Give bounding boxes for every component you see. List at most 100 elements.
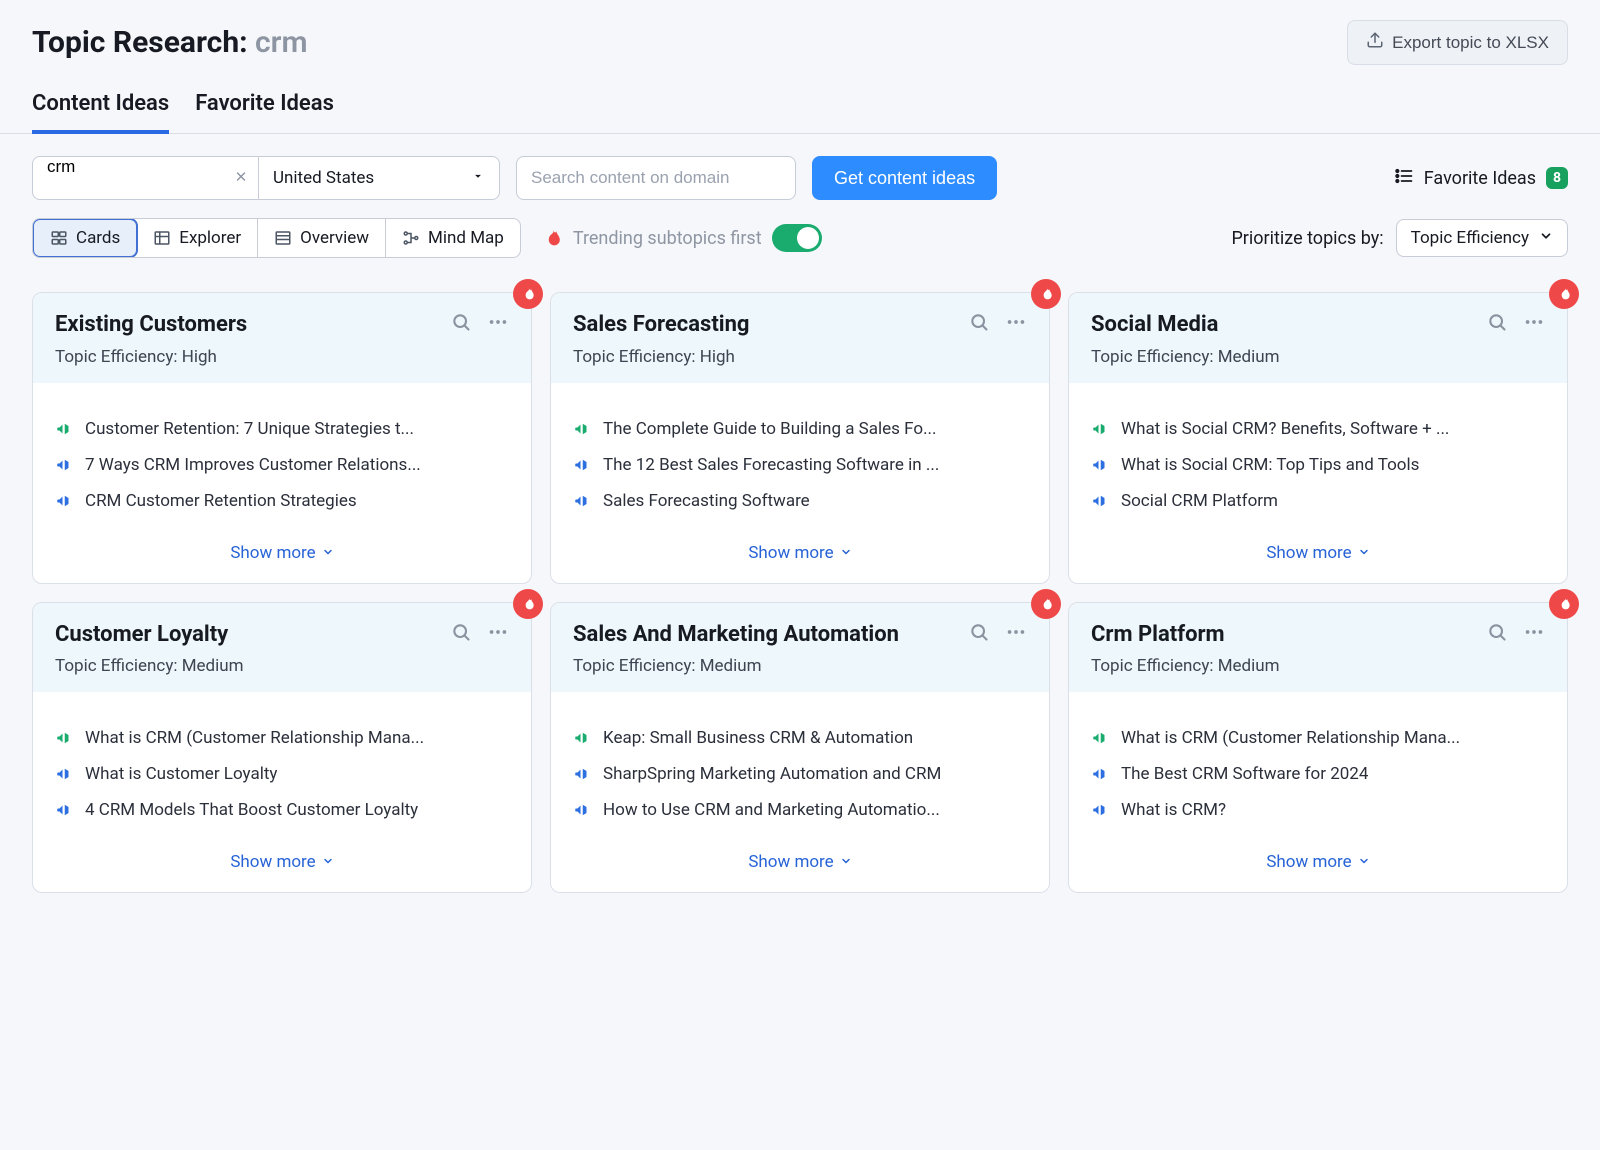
card-item[interactable]: What is Customer Loyalty xyxy=(55,756,509,792)
card-search-icon[interactable] xyxy=(1487,622,1507,647)
show-more-link[interactable]: Show more xyxy=(1266,543,1369,563)
view-overview[interactable]: Overview xyxy=(258,219,386,257)
megaphone-icon xyxy=(55,492,73,510)
card-item[interactable]: CRM Customer Retention Strategies xyxy=(55,483,509,519)
card-title: Crm Platform xyxy=(1091,621,1225,649)
view-mindmap[interactable]: Mind Map xyxy=(386,219,520,257)
card-item-text: 4 CRM Models That Boost Customer Loyalty xyxy=(85,800,418,820)
view-explorer[interactable]: Explorer xyxy=(137,219,258,257)
card-item-text: 7 Ways CRM Improves Customer Relations..… xyxy=(85,455,421,475)
tab-content-ideas[interactable]: Content Ideas xyxy=(32,83,169,134)
favorite-ideas-link[interactable]: Favorite Ideas 8 xyxy=(1394,166,1568,191)
card-item-text: What is Social CRM: Top Tips and Tools xyxy=(1121,455,1419,475)
card-header: Social Media Topic Efficiency: Medium xyxy=(1069,293,1567,383)
card-item[interactable]: How to Use CRM and Marketing Automatio..… xyxy=(573,792,1027,828)
chevron-down-icon xyxy=(1358,543,1370,563)
card-item[interactable]: What is CRM (Customer Relationship Mana.… xyxy=(1091,720,1545,756)
card-item[interactable]: What is CRM? xyxy=(1091,792,1545,828)
chevron-down-icon xyxy=(840,543,852,563)
card-body: The Complete Guide to Building a Sales F… xyxy=(551,383,1049,529)
card-title: Existing Customers xyxy=(55,311,247,339)
topic-card: Existing CustomersTopic Efficiency: High… xyxy=(32,292,532,584)
show-more-link[interactable]: Show more xyxy=(748,852,851,872)
card-item[interactable]: The 12 Best Sales Forecasting Software i… xyxy=(573,447,1027,483)
card-item[interactable]: SharpSpring Marketing Automation and CRM xyxy=(573,756,1027,792)
megaphone-icon xyxy=(55,420,73,438)
card-efficiency: Topic Efficiency: Medium xyxy=(1091,656,1545,676)
chevron-down-icon xyxy=(322,852,334,872)
card-body: Customer Retention: 7 Unique Strategies … xyxy=(33,383,531,529)
card-item[interactable]: What is CRM (Customer Relationship Mana.… xyxy=(55,720,509,756)
card-item-text: What is Customer Loyalty xyxy=(85,764,277,784)
tab-favorite-ideas[interactable]: Favorite Ideas xyxy=(195,83,334,134)
cards-icon xyxy=(50,229,68,247)
trending-toggle-group: Trending subtopics first xyxy=(541,224,822,252)
page-title-prefix: Topic Research: xyxy=(32,25,255,60)
card-header: Crm Platform Topic Efficiency: Medium xyxy=(1069,603,1567,693)
card-more-icon[interactable] xyxy=(1523,621,1545,648)
card-item-text: What is CRM (Customer Relationship Mana.… xyxy=(85,728,424,748)
megaphone-icon xyxy=(573,801,591,819)
card-item[interactable]: 4 CRM Models That Boost Customer Loyalty xyxy=(55,792,509,828)
card-more-icon[interactable] xyxy=(487,621,509,648)
card-item[interactable]: What is Social CRM: Top Tips and Tools xyxy=(1091,447,1545,483)
card-more-icon[interactable] xyxy=(1523,311,1545,338)
card-title: Sales Forecasting xyxy=(573,311,750,339)
page-title: Topic Research: crm xyxy=(32,25,308,60)
get-ideas-button[interactable]: Get content ideas xyxy=(812,156,997,200)
show-more-link[interactable]: Show more xyxy=(1266,852,1369,872)
trending-toggle[interactable] xyxy=(772,224,822,252)
clear-query-icon[interactable] xyxy=(234,168,248,189)
view-cards[interactable]: Cards xyxy=(32,218,138,258)
export-icon xyxy=(1366,31,1384,54)
view-cards-label: Cards xyxy=(76,228,120,248)
country-value: United States xyxy=(273,168,374,188)
trending-badge xyxy=(1031,279,1061,309)
card-more-icon[interactable] xyxy=(487,311,509,338)
card-item[interactable]: Customer Retention: 7 Unique Strategies … xyxy=(55,411,509,447)
view-switcher: Cards Explorer Overview Mind Map xyxy=(32,218,521,258)
card-body: Keap: Small Business CRM & Automation Sha… xyxy=(551,692,1049,838)
card-search-icon[interactable] xyxy=(1487,312,1507,337)
card-item-text: Keap: Small Business CRM & Automation xyxy=(603,728,913,748)
megaphone-icon xyxy=(55,801,73,819)
prioritize-value: Topic Efficiency xyxy=(1411,228,1529,248)
megaphone-icon xyxy=(573,765,591,783)
card-efficiency: Topic Efficiency: Medium xyxy=(1091,347,1545,367)
card-item[interactable]: The Best CRM Software for 2024 xyxy=(1091,756,1545,792)
show-more-link[interactable]: Show more xyxy=(748,543,851,563)
card-search-icon[interactable] xyxy=(969,622,989,647)
card-search-icon[interactable] xyxy=(451,622,471,647)
card-search-icon[interactable] xyxy=(451,312,471,337)
overview-icon xyxy=(274,229,292,247)
show-more-link[interactable]: Show more xyxy=(230,852,333,872)
card-item-text: SharpSpring Marketing Automation and CRM xyxy=(603,764,941,784)
favorite-count-badge: 8 xyxy=(1546,167,1568,189)
chevron-down-icon xyxy=(1539,228,1553,248)
card-item-text: What is CRM? xyxy=(1121,800,1226,820)
show-more-link[interactable]: Show more xyxy=(230,543,333,563)
card-more-icon[interactable] xyxy=(1005,311,1027,338)
megaphone-icon xyxy=(1091,456,1109,474)
prioritize-select[interactable]: Topic Efficiency xyxy=(1396,219,1568,257)
card-item[interactable]: The Complete Guide to Building a Sales F… xyxy=(573,411,1027,447)
domain-search-input[interactable] xyxy=(516,156,796,200)
country-select[interactable]: United States xyxy=(259,157,499,199)
card-more-icon[interactable] xyxy=(1005,621,1027,648)
card-item[interactable]: What is Social CRM? Benefits, Software +… xyxy=(1091,411,1545,447)
card-item-text: Social CRM Platform xyxy=(1121,491,1278,511)
card-item[interactable]: Social CRM Platform xyxy=(1091,483,1545,519)
card-title: Social Media xyxy=(1091,311,1218,339)
card-search-icon[interactable] xyxy=(969,312,989,337)
card-item-text: The Complete Guide to Building a Sales F… xyxy=(603,419,937,439)
card-body: What is CRM (Customer Relationship Mana.… xyxy=(1069,692,1567,838)
card-item[interactable]: 7 Ways CRM Improves Customer Relations..… xyxy=(55,447,509,483)
card-item[interactable]: Keap: Small Business CRM & Automation xyxy=(573,720,1027,756)
topic-card: Crm Platform Topic Efficiency: Medium What… xyxy=(1068,602,1568,894)
chevron-down-icon xyxy=(471,168,485,188)
card-item[interactable]: Sales Forecasting Software xyxy=(573,483,1027,519)
export-button[interactable]: Export topic to XLSX xyxy=(1347,20,1568,65)
chevron-down-icon xyxy=(1358,852,1370,872)
favorite-ideas-label: Favorite Ideas xyxy=(1424,168,1536,189)
query-input[interactable] xyxy=(33,157,258,177)
